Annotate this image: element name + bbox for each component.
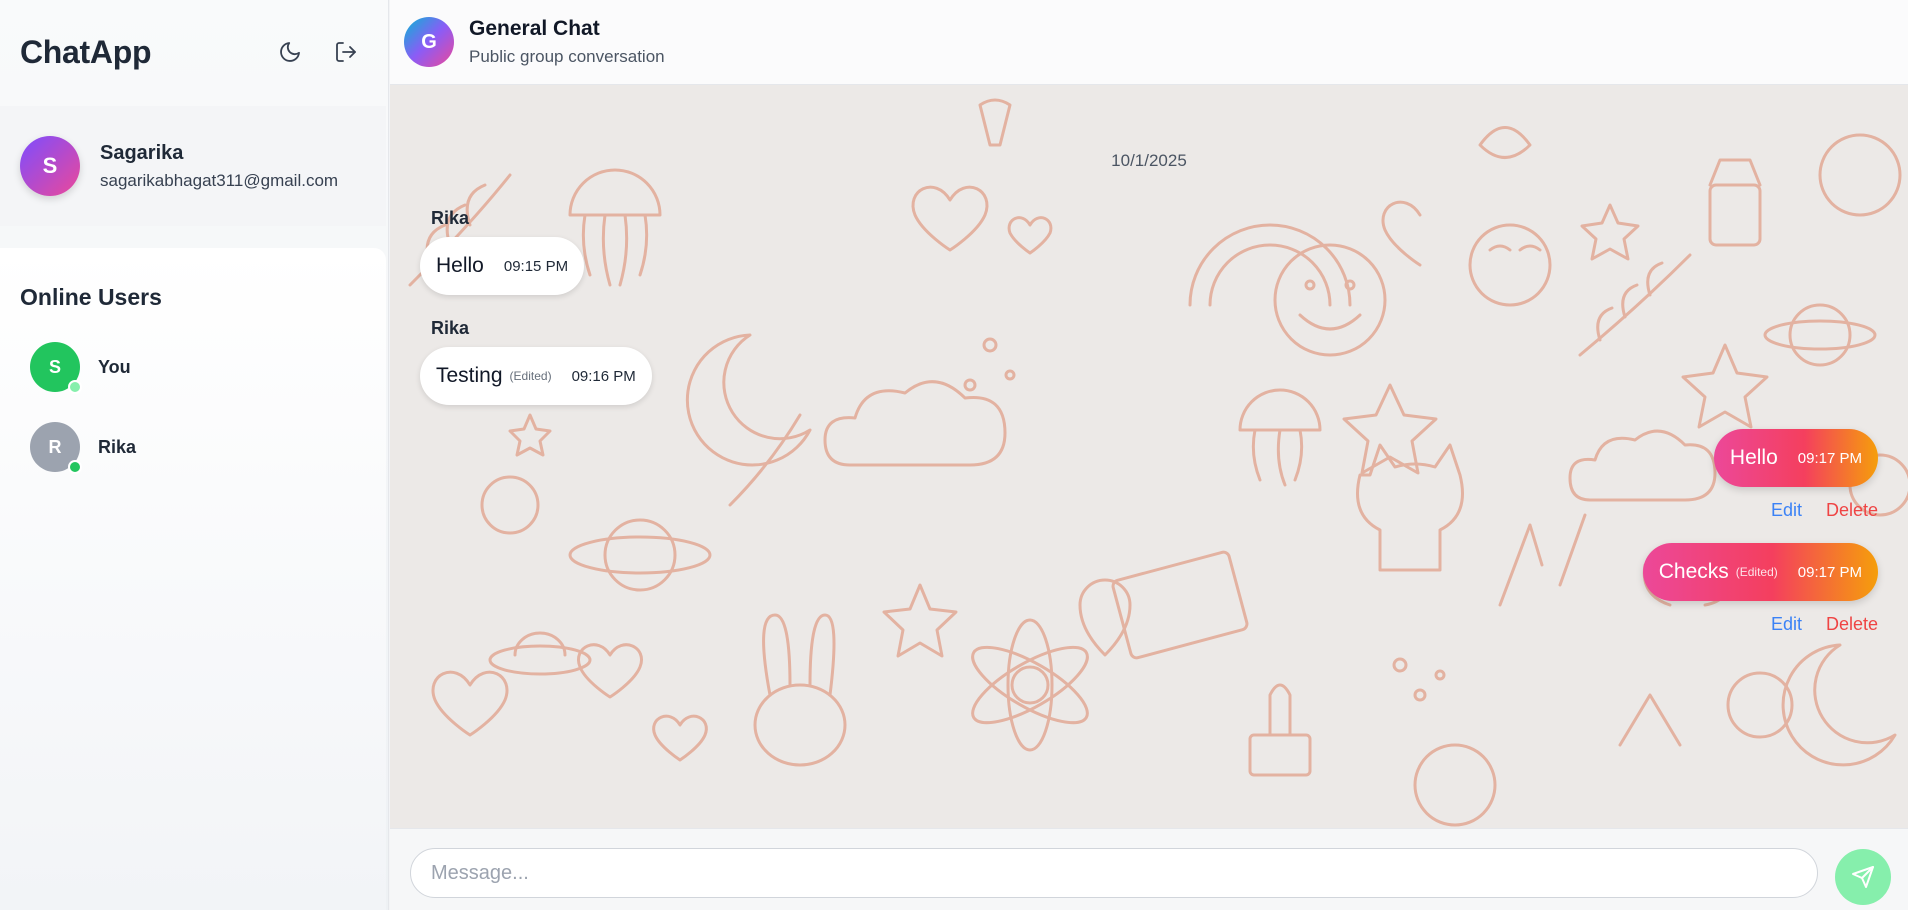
chat-subtitle: Public group conversation <box>469 47 665 66</box>
user-name: You <box>98 356 131 377</box>
sidebar: ChatApp S Sagarika sagarikabhagat311@gma… <box>0 0 389 910</box>
incoming-message-bubble: Testing (Edited) 09:16 PM <box>420 347 652 405</box>
avatar: S <box>30 342 82 394</box>
delete-message-button[interactable]: Delete <box>1826 500 1878 521</box>
avatar: R <box>30 422 82 474</box>
online-status-dot <box>68 460 82 474</box>
message-time: 09:16 PM <box>571 367 636 385</box>
theme-toggle-button[interactable] <box>268 30 312 74</box>
profile-name: Sagarika <box>100 141 184 164</box>
user-name: Rika <box>98 436 137 457</box>
current-user-profile: S Sagarika sagarikabhagat311@gmail.com <box>0 106 386 226</box>
outgoing-message-bubble: Hello 09:17 PM <box>1713 429 1878 487</box>
message-composer <box>390 828 1908 910</box>
message-sender: Rika <box>431 318 470 338</box>
message-list[interactable]: 10/1/2025 Rika Hello 09:15 PM Rika Testi… <box>390 85 1908 828</box>
message-time: 09:17 PM <box>1797 563 1862 581</box>
message-time: 09:15 PM <box>503 257 569 275</box>
date-separator: 10/1/2025 <box>1111 151 1187 170</box>
online-users-title: Online Users <box>20 284 162 310</box>
online-user-rika[interactable]: R Rika <box>0 407 386 487</box>
profile-email: sagarikabhagat311@gmail.com <box>100 170 339 190</box>
chat-header: G General Chat Public group conversation <box>390 0 1908 85</box>
moon-icon <box>280 42 300 62</box>
send-icon <box>1852 866 1874 888</box>
profile-avatar: S <box>20 136 80 196</box>
app-brand: ChatApp <box>20 33 152 70</box>
message-actions: Edit Delete <box>1771 614 1878 635</box>
message-text: Checks <box>1658 560 1729 583</box>
brand-row: ChatApp <box>0 0 388 104</box>
chat-title: General Chat <box>469 17 600 40</box>
message-input[interactable] <box>410 848 1818 898</box>
logout-button[interactable] <box>324 30 368 74</box>
delete-message-button[interactable]: Delete <box>1826 614 1878 635</box>
message-text: Hello <box>436 254 484 277</box>
online-user-list: S You R Rika <box>0 327 386 487</box>
edited-label: (Edited) <box>1735 565 1778 579</box>
incoming-message-bubble: Hello 09:15 PM <box>420 237 585 295</box>
logout-icon <box>336 42 356 62</box>
online-user-you[interactable]: S You <box>0 327 386 407</box>
online-users-panel: Online Users S You R Rika <box>0 248 386 910</box>
send-button[interactable] <box>1835 849 1891 905</box>
doodle-background-pattern <box>408 98 1908 827</box>
message-text: Testing <box>436 364 503 387</box>
edit-message-button[interactable]: Edit <box>1771 614 1802 635</box>
message-actions: Edit Delete <box>1771 500 1878 521</box>
outgoing-message-bubble: Checks (Edited) 09:17 PM <box>1642 543 1878 601</box>
online-status-dot <box>68 380 82 394</box>
chat-avatar: G <box>404 17 454 67</box>
edit-message-button[interactable]: Edit <box>1771 500 1802 521</box>
message-text: Hello <box>1729 446 1778 469</box>
edited-label: (Edited) <box>509 369 552 383</box>
message-time: 09:17 PM <box>1797 449 1862 467</box>
message-sender: Rika <box>431 208 470 228</box>
